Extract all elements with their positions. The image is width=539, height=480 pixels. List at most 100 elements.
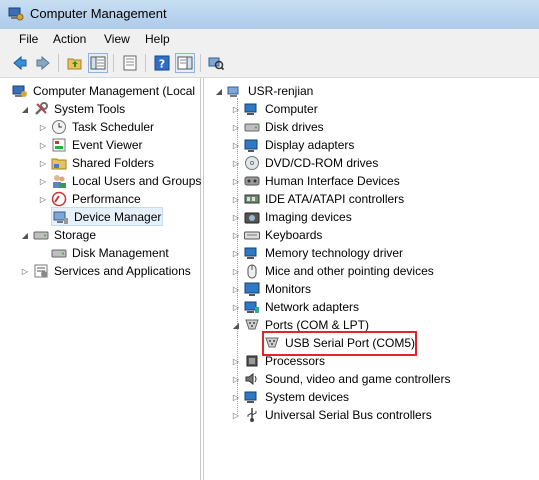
expanded-arrow-icon[interactable]: ◢	[20, 230, 30, 240]
device-category-display-adapters[interactable]: ▷ Display adapters	[231, 136, 355, 154]
menu-file[interactable]: File	[19, 32, 38, 46]
show-hide-action-pane-icon[interactable]	[175, 53, 195, 73]
collapsed-arrow-icon[interactable]: ▷	[38, 122, 48, 132]
help-icon[interactable]: ?	[152, 53, 172, 73]
expanded-arrow-icon[interactable]: ◢	[20, 104, 30, 114]
ide-controller-icon	[244, 194, 260, 204]
menu-view[interactable]: View	[104, 32, 130, 46]
tree-label: System devices	[265, 390, 350, 404]
menu-help[interactable]: Help	[145, 32, 170, 46]
device-category-system-devices[interactable]: ▷ System devices	[231, 388, 350, 406]
tree-label: Imaging devices	[265, 210, 352, 224]
tree-node-shared-folders[interactable]: ▷ Shared Folders	[38, 154, 155, 172]
tree-node-performance[interactable]: ▷ Performance	[38, 190, 142, 208]
tree-label: Event Viewer	[72, 138, 143, 152]
toolbar-separator	[58, 54, 59, 72]
device-category-mice[interactable]: ▷ Mice and other pointing devices	[231, 262, 435, 280]
tree-label: Storage	[54, 228, 97, 242]
tree-label: Disk Management	[72, 246, 169, 260]
collapsed-arrow-icon[interactable]: ▷	[38, 158, 48, 168]
tree-label: Network adapters	[265, 300, 360, 314]
menu-bar: File Action View Help	[0, 29, 539, 49]
tree-node-services-applications[interactable]: ▷ Services and Applications	[20, 262, 192, 280]
collapsed-arrow-icon[interactable]: ▷	[231, 392, 241, 402]
tree-node-device-manager[interactable]: Device Manager	[51, 207, 163, 226]
device-category-usb-controllers[interactable]: ▷ Universal Serial Bus controllers	[231, 406, 433, 424]
svg-text:?: ?	[159, 58, 165, 71]
tree-label: Computer Management (Local	[33, 84, 196, 98]
window-title: Computer Management	[30, 6, 167, 21]
device-category-hid[interactable]: ▷ Human Interface Devices	[231, 172, 401, 190]
tree-label: Universal Serial Bus controllers	[265, 408, 432, 422]
network-adapter-icon	[244, 301, 259, 313]
collapsed-arrow-icon[interactable]: ▷	[38, 140, 48, 150]
tree-node-event-viewer[interactable]: ▷ Event Viewer	[38, 136, 143, 154]
collapsed-arrow-icon[interactable]: ▷	[38, 194, 48, 204]
collapsed-arrow-icon[interactable]: ▷	[231, 410, 241, 420]
event-viewer-icon	[52, 138, 66, 152]
tree-label: DVD/CD-ROM drives	[265, 156, 379, 170]
collapsed-arrow-icon[interactable]: ▷	[231, 356, 241, 366]
collapsed-arrow-icon[interactable]: ▷	[231, 176, 241, 186]
show-hide-console-tree-icon[interactable]	[88, 53, 108, 73]
collapsed-arrow-icon[interactable]: ▷	[231, 122, 241, 132]
forward-icon[interactable]	[33, 53, 53, 73]
back-icon[interactable]	[10, 53, 30, 73]
scan-hardware-icon[interactable]	[206, 53, 226, 73]
device-category-processors[interactable]: ▷ Processors	[231, 352, 326, 370]
tree-label: Local Users and Groups	[72, 174, 202, 188]
tree-label: Device Manager	[74, 209, 162, 224]
toolbar: ?	[0, 49, 539, 78]
tree-node-disk-management[interactable]: Disk Management	[51, 244, 170, 262]
collapsed-arrow-icon[interactable]: ▷	[231, 230, 241, 240]
speaker-icon	[245, 373, 257, 385]
collapsed-arrow-icon[interactable]: ▷	[231, 194, 241, 204]
port-icon	[245, 319, 259, 330]
tree-label: Display adapters	[265, 138, 355, 152]
collapsed-arrow-icon[interactable]: ▷	[38, 176, 48, 186]
memory-icon	[244, 247, 257, 259]
device-category-dvd-cdrom[interactable]: ▷ DVD/CD-ROM drives	[231, 154, 379, 172]
device-tree-root[interactable]: ◢ USR-renjian	[214, 82, 314, 100]
collapsed-arrow-icon[interactable]: ▷	[231, 266, 241, 276]
tree-root-computer-management[interactable]: Computer Management (Local	[12, 82, 196, 100]
tree-label: IDE ATA/ATAPI controllers	[265, 192, 405, 206]
device-category-sound[interactable]: ▷ Sound, video and game controllers	[231, 370, 451, 388]
tree-label: Processors	[265, 354, 326, 368]
collapsed-arrow-icon[interactable]: ▷	[231, 158, 241, 168]
collapsed-arrow-icon[interactable]: ▷	[231, 140, 241, 150]
collapsed-arrow-icon[interactable]: ▷	[231, 212, 241, 222]
collapsed-arrow-icon[interactable]: ▷	[231, 302, 241, 312]
tree-label: Mice and other pointing devices	[265, 264, 434, 278]
device-category-memory-technology[interactable]: ▷ Memory technology driver	[231, 244, 404, 262]
device-category-monitors[interactable]: ▷ Monitors	[231, 280, 312, 298]
collapsed-arrow-icon[interactable]: ▷	[231, 284, 241, 294]
tree-label: Memory technology driver	[265, 246, 404, 260]
collapsed-arrow-icon[interactable]: ▷	[231, 248, 241, 258]
up-folder-icon[interactable]	[65, 53, 85, 73]
expanded-arrow-icon[interactable]: ◢	[214, 86, 224, 96]
tree-node-local-users-groups[interactable]: ▷ Local Users and Groups	[38, 172, 202, 190]
collapsed-arrow-icon[interactable]: ▷	[20, 266, 30, 276]
computer-management-icon	[8, 7, 24, 21]
device-category-ide[interactable]: ▷ IDE ATA/ATAPI controllers	[231, 190, 405, 208]
expanded-arrow-icon[interactable]: ◢	[231, 320, 241, 330]
collapsed-arrow-icon[interactable]: ▷	[231, 374, 241, 384]
dvd-drive-icon	[245, 156, 259, 170]
tree-node-task-scheduler[interactable]: ▷ Task Scheduler	[38, 118, 155, 136]
device-manager-icon	[53, 211, 68, 224]
device-category-keyboards[interactable]: ▷ Keyboards	[231, 226, 323, 244]
device-category-computer[interactable]: ▷ Computer	[231, 100, 319, 118]
tree-node-storage[interactable]: ◢ Storage	[20, 226, 97, 244]
device-category-network-adapters[interactable]: ▷ Network adapters	[231, 298, 360, 316]
collapsed-arrow-icon[interactable]: ▷	[231, 104, 241, 114]
tree-node-system-tools[interactable]: ◢ System Tools	[20, 100, 126, 118]
device-category-imaging[interactable]: ▷ Imaging devices	[231, 208, 353, 226]
menu-action[interactable]: Action	[53, 32, 86, 46]
device-category-disk-drives[interactable]: ▷ Disk drives	[231, 118, 325, 136]
storage-icon	[33, 231, 49, 240]
tree-label: Shared Folders	[72, 156, 155, 170]
tree-label: System Tools	[54, 102, 126, 116]
tree-label: Performance	[72, 192, 141, 206]
properties-icon[interactable]	[120, 53, 140, 73]
